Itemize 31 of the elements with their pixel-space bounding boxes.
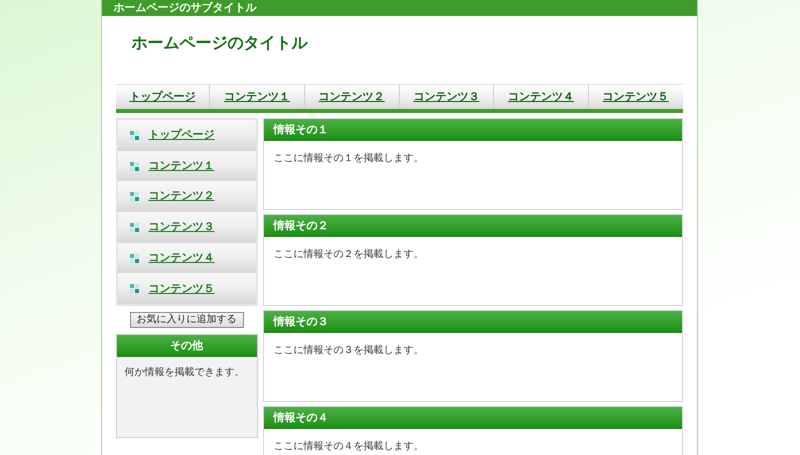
info-box-text: ここに情報その３を掲載します。: [272, 344, 424, 358]
side-menu-item[interactable]: コンテンツ１: [118, 150, 256, 182]
info-box-text: ここに情報その１を掲載します。: [272, 152, 424, 166]
info-box-title: 情報その１: [264, 119, 682, 141]
side-menu-item[interactable]: トップページ: [118, 120, 256, 151]
nav-tab[interactable]: コンテンツ５: [588, 85, 683, 109]
info-box-title: 情報その３: [264, 311, 682, 333]
squares-icon: [130, 162, 138, 171]
info-box-text: ここに情報その４を掲載します。: [272, 440, 424, 454]
subtitle-bar: ホームページのサブタイトル: [102, 0, 696, 16]
nav-tab[interactable]: コンテンツ３: [400, 85, 494, 109]
site-title: ホームページのタイトル: [132, 32, 309, 54]
side-menu-item[interactable]: コンテンツ３: [118, 212, 256, 243]
nav-tab[interactable]: コンテンツ１: [210, 85, 305, 109]
squares-icon: [130, 254, 138, 263]
nav-tab[interactable]: コンテンツ２: [304, 85, 400, 109]
squares-icon: [130, 192, 138, 202]
squares-icon: [130, 130, 138, 140]
side-box-title: その他: [116, 335, 256, 358]
squares-icon: [130, 222, 138, 232]
nav-tab[interactable]: トップページ: [116, 85, 210, 109]
squares-icon: [130, 284, 138, 294]
nav-tab[interactable]: コンテンツ４: [494, 85, 589, 109]
side-menu-item[interactable]: コンテンツ４: [118, 242, 256, 274]
info-box-title: 情報その２: [264, 215, 682, 237]
side-menu-item[interactable]: コンテンツ２: [118, 181, 256, 212]
bookmark-button[interactable]: お気に入りに追加する: [130, 312, 244, 328]
side-box-text: 何か情報を掲載できます。: [124, 366, 246, 380]
side-menu-item[interactable]: コンテンツ５: [118, 273, 256, 304]
info-box-text: ここに情報その２を掲載します。: [272, 248, 424, 262]
info-box-title: 情報その４: [264, 407, 682, 429]
